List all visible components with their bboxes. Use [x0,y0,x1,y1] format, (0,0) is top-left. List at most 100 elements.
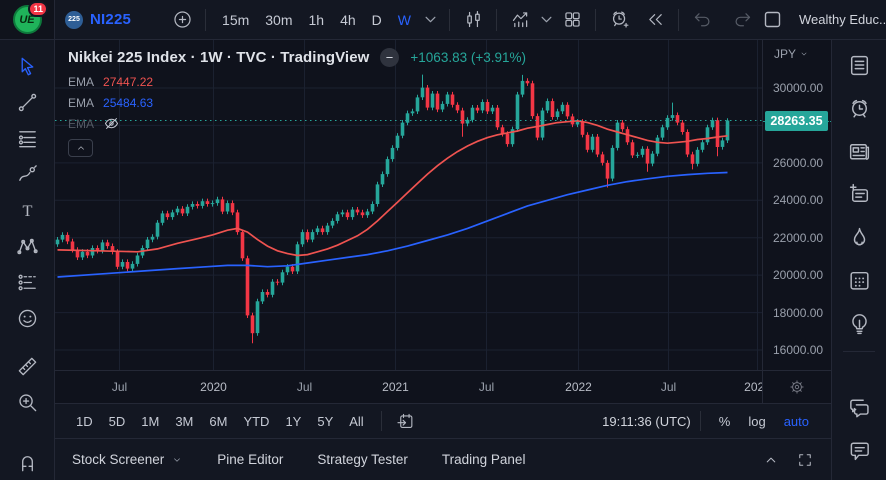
notes-button[interactable] [838,173,880,216]
panel-expand-button[interactable] [762,451,780,469]
logo-cell[interactable]: UE 11 [0,0,55,39]
symbol-search-button[interactable]: NI225 [90,11,131,28]
chats-icon [847,395,872,420]
range-button-5d[interactable]: 5D [101,411,134,432]
price-axis[interactable]: JPY 30000.00 26000.00 24000.00 22000.00 2000… [762,40,831,370]
indicator-value: 27447.22 [103,74,154,89]
cursor-tool[interactable] [9,48,45,84]
checkbox[interactable] [757,5,787,35]
timeframe-button-4h[interactable]: 4h [332,9,364,31]
layout-grid-icon [562,9,583,30]
trend-line-icon [16,91,39,114]
legend-minimize-button[interactable] [380,48,400,67]
scale-button-auto[interactable]: auto [775,411,818,432]
calendar-button[interactable] [838,259,880,302]
price-change: +1063.83 (+3.91%) [410,50,526,65]
magnet-tool[interactable] [9,444,45,480]
fullscreen-button[interactable] [796,451,814,469]
time-axis[interactable]: Jul 2020 Jul 2021 Jul 2022 Jul 2023 [55,370,831,403]
indicator-row[interactable]: EMA [68,115,526,132]
chat-button[interactable] [838,429,880,472]
time-tick-label: 2023 [744,380,762,394]
legend-collapse-button[interactable] [68,139,93,157]
range-button-6m[interactable]: 6M [201,411,235,432]
fib-retracement-tool[interactable] [9,120,45,156]
timeframe-button-15m[interactable]: 15m [214,9,257,31]
range-button-1m[interactable]: 1M [133,411,167,432]
eye-off-icon[interactable] [103,115,120,132]
range-button-1d[interactable]: 1D [68,411,101,432]
undo-button[interactable] [687,5,717,35]
zoom-in-tool[interactable] [9,384,45,420]
indicators-icon [510,9,531,30]
tab-pine-editor[interactable]: Pine Editor [217,452,283,467]
ruler-tool[interactable] [9,348,45,384]
cursor-icon [16,55,39,78]
alert-button[interactable] [838,87,880,130]
account-section: Wealthy Educ... [757,5,886,35]
chart-style-button[interactable] [458,5,488,35]
ideas-button[interactable] [838,302,880,345]
hotlist-button[interactable] [838,216,880,259]
account-name[interactable]: Wealthy Educ... [799,12,886,27]
ruler-icon [16,355,39,378]
tab-strategy-tester[interactable]: Strategy Tester [317,452,408,467]
watchlist-button[interactable] [838,44,880,87]
trend-line-tool[interactable] [9,84,45,120]
brush-tool[interactable] [9,156,45,192]
timeframe-button-d[interactable]: D [364,9,390,31]
forecast-icon [16,271,39,294]
xabcd-pattern-tool[interactable] [9,228,45,264]
range-button-all[interactable]: All [341,411,371,432]
range-button-ytd[interactable]: YTD [235,411,277,432]
chats-button[interactable] [838,386,880,429]
time-tick-label: Jul [111,380,128,394]
currency-label[interactable]: JPY [774,47,809,61]
tab-stock-screener[interactable]: Stock Screener [72,452,183,467]
go-to-date-button[interactable] [391,406,421,436]
timeframe-button-w[interactable]: W [390,9,419,31]
emoji-tool[interactable] [9,300,45,336]
indicator-row[interactable]: EMA 25484.63 [68,96,526,110]
scale-button-log[interactable]: log [739,411,774,432]
time-tick-label: 2020 [200,380,227,394]
timeframe-button-1h[interactable]: 1h [301,9,333,31]
clock[interactable]: 19:11:36 (UTC) [602,414,691,429]
bar-replay-button[interactable] [640,5,670,35]
axis-settings-corner[interactable] [762,371,831,403]
timeframe-button-30m[interactable]: 30m [257,9,300,31]
replay-icon [645,9,666,30]
range-button-3m[interactable]: 3M [167,411,201,432]
price-tick-label: 22000.00 [773,230,824,245]
chart-title[interactable]: Nikkei 225 Index · 1W · TVC · TradingVie… [68,49,369,66]
range-button-1y[interactable]: 1Y [277,411,309,432]
toolbar-separator [699,411,701,431]
bottom-panel-controls [762,451,814,469]
chevron-down-icon [420,9,441,30]
scale-button-percent[interactable]: % [710,411,740,432]
calendar-icon [847,268,872,293]
layout-grid-button[interactable] [557,5,587,35]
indicator-row[interactable]: EMA 27447.22 [68,74,526,89]
create-alert-button[interactable] [604,5,634,35]
notes-icon [847,182,872,207]
forecast-tool[interactable] [9,264,45,300]
price-tick-label: 24000.00 [773,193,824,208]
compare-add-button[interactable] [167,5,197,35]
right-tool-group-bottom [838,386,880,480]
range-button-5y[interactable]: 5Y [309,411,341,432]
redo-button[interactable] [727,5,757,35]
chart-pane[interactable]: Nikkei 225 Index · 1W · TVC · TradingVie… [55,40,762,370]
chart-legend: Nikkei 225 Index · 1W · TVC · TradingVie… [68,48,526,157]
scale-buttons-group: % log auto [710,411,818,432]
time-axis-labels: Jul 2020 Jul 2021 Jul 2022 Jul 2023 [55,371,762,403]
indicators-button[interactable] [505,5,535,35]
text-tool-tool[interactable]: T [9,192,45,228]
timeframe-menu-button[interactable] [419,5,441,35]
help-button[interactable] [838,472,880,480]
news-button[interactable] [838,130,880,173]
price-tick-label: 30000.00 [773,81,824,95]
tab-trading-panel[interactable]: Trading Panel [442,452,526,467]
indicators-menu-button[interactable] [535,5,557,35]
redo-icon [732,9,753,30]
